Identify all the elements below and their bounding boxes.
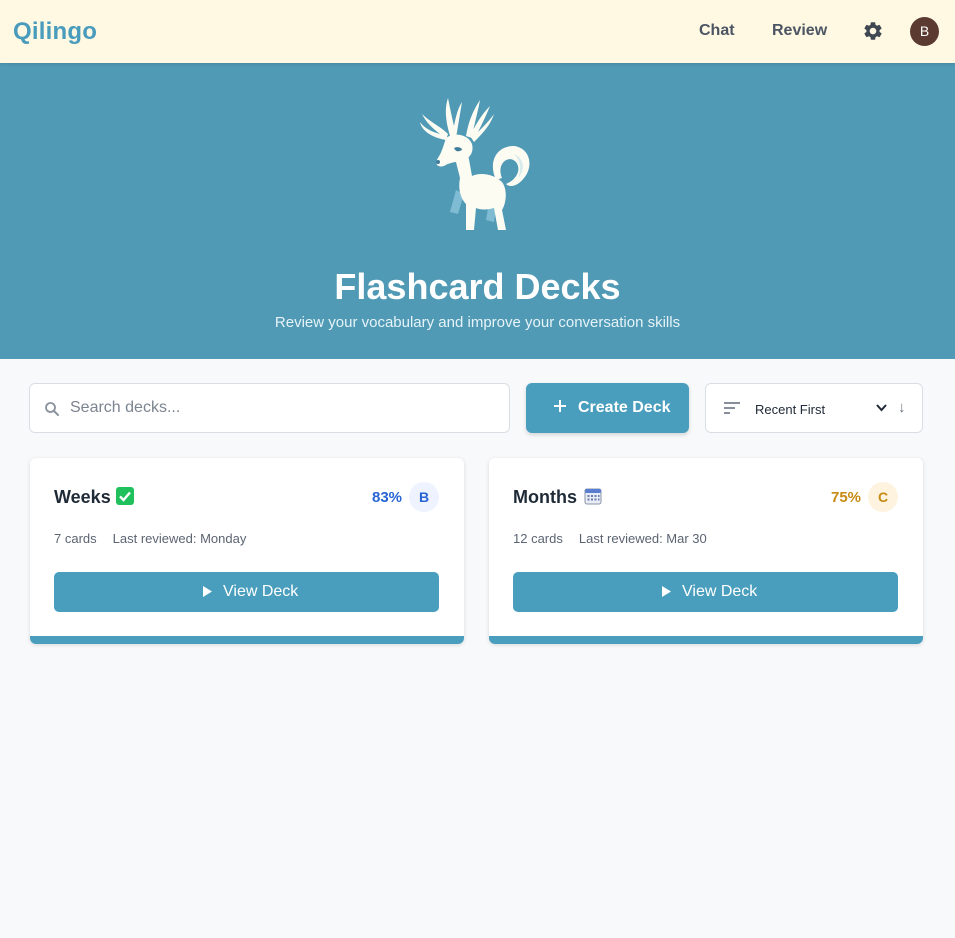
deck-grade-badge: C [868,482,898,512]
view-deck-button[interactable]: View Deck [54,572,439,612]
deck-progress-percent: 75% [831,489,862,506]
play-icon [662,586,671,597]
view-deck-button[interactable]: View Deck [513,572,898,612]
chevron-down-icon [876,404,887,412]
view-deck-label: View Deck [223,583,299,600]
deck-title: Weeks [54,487,111,507]
view-deck-label: View Deck [682,583,758,600]
user-avatar[interactable]: B [910,17,939,46]
deck-title: Months [513,487,577,507]
deck-card-count: 12 cards [513,531,563,546]
deck-progress-percent: 83% [372,489,403,506]
deck-card-count: 7 cards [54,531,97,546]
deck-progress-bar [489,636,923,644]
page-subtitle: Review your vocabulary and improve your … [274,314,681,331]
sort-select[interactable]: Recent First ↓ [705,383,923,433]
sort-select-value: Recent First [755,402,826,417]
plus-icon [554,400,566,412]
gear-icon[interactable] [862,20,884,42]
sort-direction-toggle[interactable]: ↓ [898,399,906,416]
check-mark-icon [116,487,134,505]
deck-last-reviewed: Last reviewed: Monday [112,531,247,546]
deck-grade-badge: B [409,482,439,512]
create-deck-label: Create Deck [578,399,671,416]
deck-progress-bar [30,636,464,644]
calendar-icon [584,488,602,505]
nav-review-link[interactable]: Review [772,22,827,40]
deer-mascot-icon [420,98,530,230]
top-navbar: Qilingo Chat Review B [0,0,955,63]
deck-meta: 12 cards Last reviewed: Mar 30 [513,531,707,546]
search-input[interactable] [70,398,490,418]
create-deck-button[interactable]: Create Deck [526,383,689,433]
app-logo[interactable]: Qilingo [13,18,97,46]
deck-meta: 7 cards Last reviewed: Monday [54,531,246,546]
deck-last-reviewed: Last reviewed: Mar 30 [578,531,707,546]
deck-card: Months 75% C 12 cards Last reviewed: Mar … [489,458,923,644]
play-icon [203,586,212,597]
deck-card: Weeks 83% B 7 cards Last reviewed: Monday… [30,458,464,644]
search-icon [45,402,59,416]
page-title: Flashcard Decks [334,266,621,307]
nav-chat-link[interactable]: Chat [699,22,735,40]
sort-lines-icon [724,402,740,414]
search-box [29,383,510,433]
